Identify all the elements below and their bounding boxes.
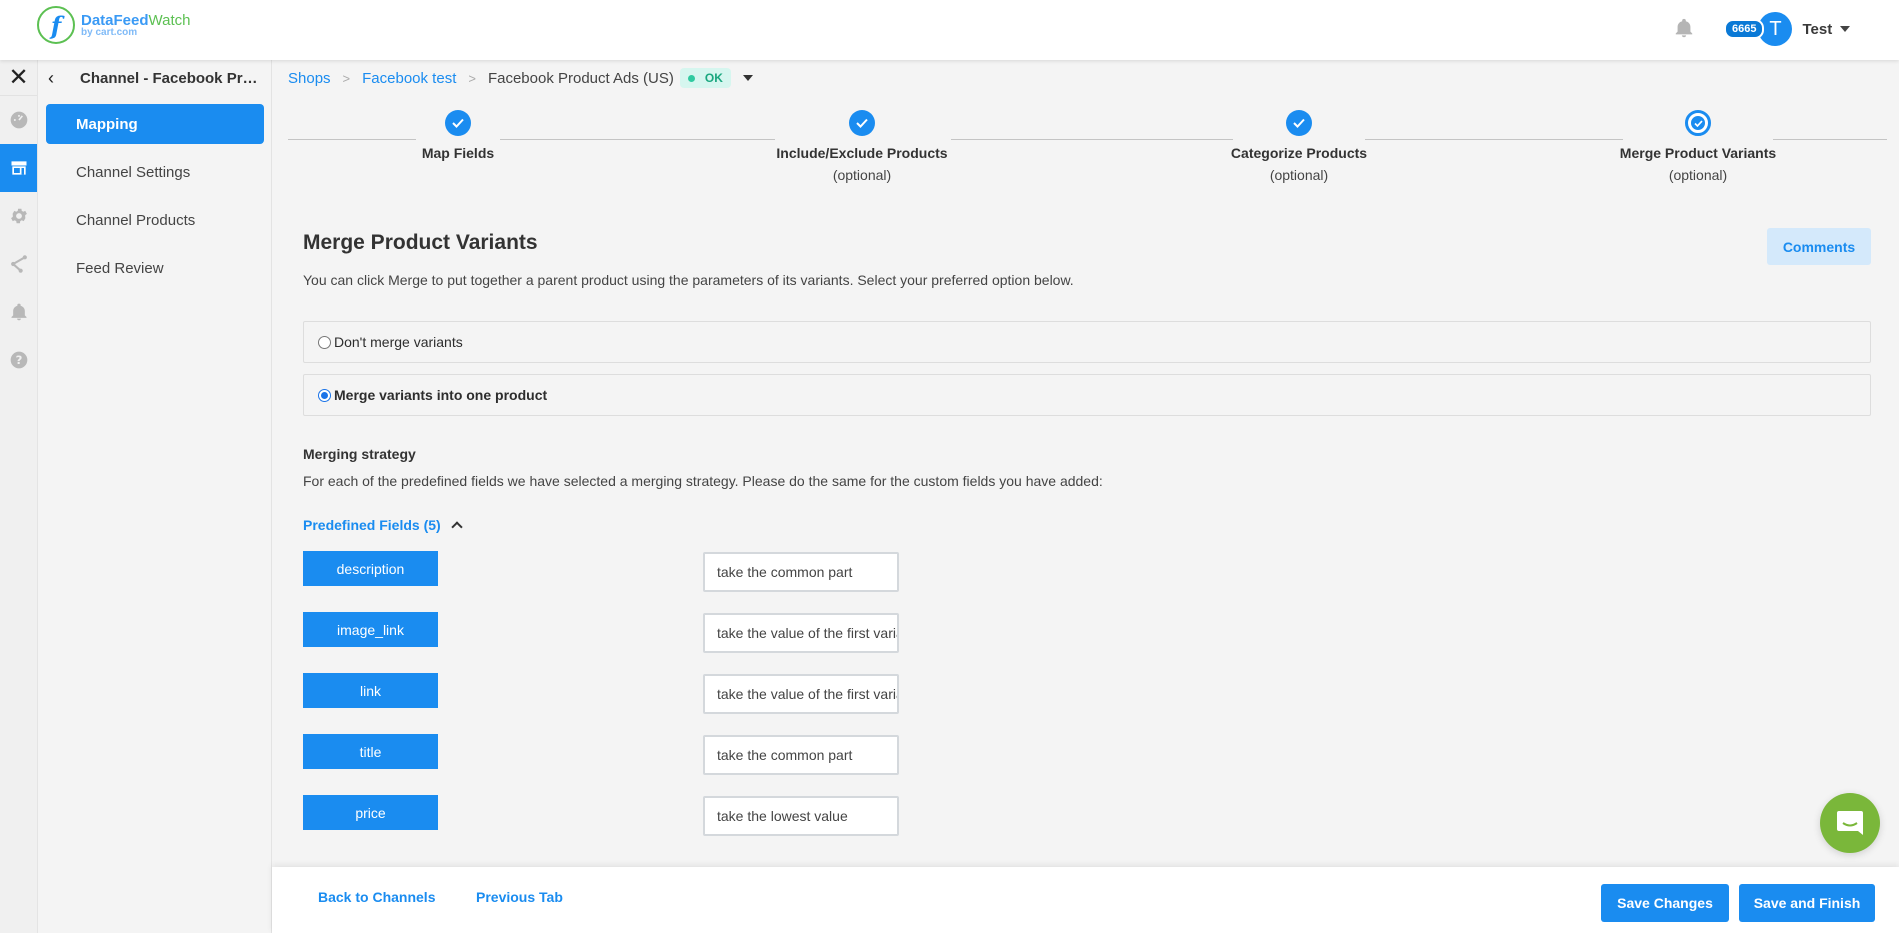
breadcrumb-current: Facebook Product Ads (US): [487, 69, 674, 87]
sidebar-item-feed-review[interactable]: Feed Review: [46, 248, 264, 288]
field-tag: price: [303, 795, 438, 830]
strategy-select[interactable]: take the value of the first variant: [703, 613, 899, 653]
sidebar-title: Channel - Facebook Product Ads (US): [80, 69, 260, 87]
breadcrumb-shop[interactable]: Facebook test: [362, 70, 456, 87]
merging-strategy-description: For each of the predefined fields we hav…: [303, 473, 1103, 489]
comments-button[interactable]: Comments: [1767, 228, 1871, 265]
main-content: Shops > Facebook test > Facebook Product…: [272, 60, 1899, 867]
help-icon[interactable]: ?: [0, 336, 37, 384]
notifications-bell-icon[interactable]: [1673, 17, 1695, 39]
sidebar-item-mapping[interactable]: Mapping: [46, 104, 264, 144]
svg-text:?: ?: [15, 353, 22, 367]
field-row: title take the common part: [303, 734, 903, 775]
option-merge-into-one[interactable]: Merge variants into one product: [303, 374, 1871, 416]
user-menu[interactable]: 6665 T Test: [1724, 12, 1851, 46]
breadcrumb-shops[interactable]: Shops: [288, 70, 331, 87]
current-step-check-icon: [1685, 110, 1711, 136]
radio-merge-into-one[interactable]: [318, 388, 331, 402]
field-tag: image_link: [303, 612, 438, 647]
check-circle-icon: [1286, 110, 1312, 136]
page-description: You can click Merge to put together a pa…: [303, 272, 1074, 288]
previous-tab-link[interactable]: Previous Tab: [476, 889, 563, 905]
top-header: f DataFeedWatch by cart.com 6665 T Test: [0, 0, 1899, 60]
strategy-select[interactable]: take the value of the first variant: [703, 674, 899, 714]
field-row: link take the value of the first variant: [303, 673, 903, 714]
logo-name: DataFeedWatch: [81, 11, 191, 29]
predefined-fields-toggle[interactable]: Predefined Fields (5): [303, 517, 463, 533]
step-include-exclude[interactable]: Include/Exclude Products (optional): [742, 110, 982, 183]
shop-icon[interactable]: [0, 144, 37, 192]
chevron-up-icon: [451, 521, 463, 533]
radio-dont-merge[interactable]: [318, 335, 331, 349]
close-icon[interactable]: ✕: [0, 60, 37, 96]
check-circle-icon: [445, 110, 471, 136]
dashboard-icon[interactable]: [0, 96, 37, 144]
save-changes-button[interactable]: Save Changes: [1601, 884, 1729, 922]
sidebar-item-channel-settings[interactable]: Channel Settings: [46, 152, 264, 192]
breadcrumb: Shops > Facebook test > Facebook Product…: [288, 68, 753, 88]
footer-bar: Back to Channels Previous Tab Save Chang…: [272, 867, 1899, 933]
field-row: image_link take the value of the first v…: [303, 612, 903, 653]
logo[interactable]: f DataFeedWatch by cart.com: [37, 6, 190, 44]
strategy-select[interactable]: take the common part: [703, 735, 899, 775]
back-to-channels-link[interactable]: Back to Channels: [318, 889, 435, 905]
step-wizard: Map Fields Include/Exclude Products (opt…: [288, 110, 1887, 190]
step-map-fields[interactable]: Map Fields: [338, 110, 578, 161]
share-icon[interactable]: [0, 240, 37, 288]
step-merge-variants[interactable]: Merge Product Variants (optional): [1578, 110, 1818, 183]
bell-icon[interactable]: [0, 288, 37, 336]
sidebar-item-channel-products[interactable]: Channel Products: [46, 200, 264, 240]
chevron-left-icon[interactable]: ‹: [48, 68, 72, 89]
channel-dropdown-icon[interactable]: [742, 75, 753, 81]
strategy-select[interactable]: take the common part: [703, 552, 899, 592]
strategy-select[interactable]: take the lowest value: [703, 796, 899, 836]
credits-badge: 6665: [1724, 19, 1765, 39]
user-name: Test: [1802, 20, 1833, 38]
save-and-finish-button[interactable]: Save and Finish: [1739, 884, 1875, 922]
status-badge: OK: [679, 68, 731, 88]
channel-sidebar: ‹ Channel - Facebook Product Ads (US) Ma…: [38, 60, 272, 933]
chat-icon: [1837, 811, 1863, 835]
logo-mark-icon: f: [37, 6, 75, 44]
chat-launcher-button[interactable]: [1820, 793, 1880, 853]
status-dot-icon: [687, 74, 695, 82]
chevron-down-icon: [1840, 26, 1851, 32]
field-row: description take the common part: [303, 551, 903, 592]
field-tag: link: [303, 673, 438, 708]
icon-rail: ✕ ?: [0, 60, 38, 933]
logo-subtitle: by cart.com: [81, 26, 138, 38]
breadcrumb-separator: >: [342, 70, 351, 86]
check-circle-icon: [849, 110, 875, 136]
option-dont-merge[interactable]: Don't merge variants: [303, 321, 1871, 363]
sidebar-header[interactable]: ‹ Channel - Facebook Product Ads (US): [38, 60, 271, 96]
field-tag: title: [303, 734, 438, 769]
field-row: price take the lowest value: [303, 795, 903, 836]
merging-strategy-title: Merging strategy: [303, 446, 416, 462]
page-title: Merge Product Variants: [303, 231, 538, 254]
field-tag: description: [303, 551, 438, 586]
breadcrumb-separator: >: [468, 70, 476, 86]
gear-icon[interactable]: [0, 192, 37, 240]
step-categorize[interactable]: Categorize Products (optional): [1179, 110, 1419, 183]
